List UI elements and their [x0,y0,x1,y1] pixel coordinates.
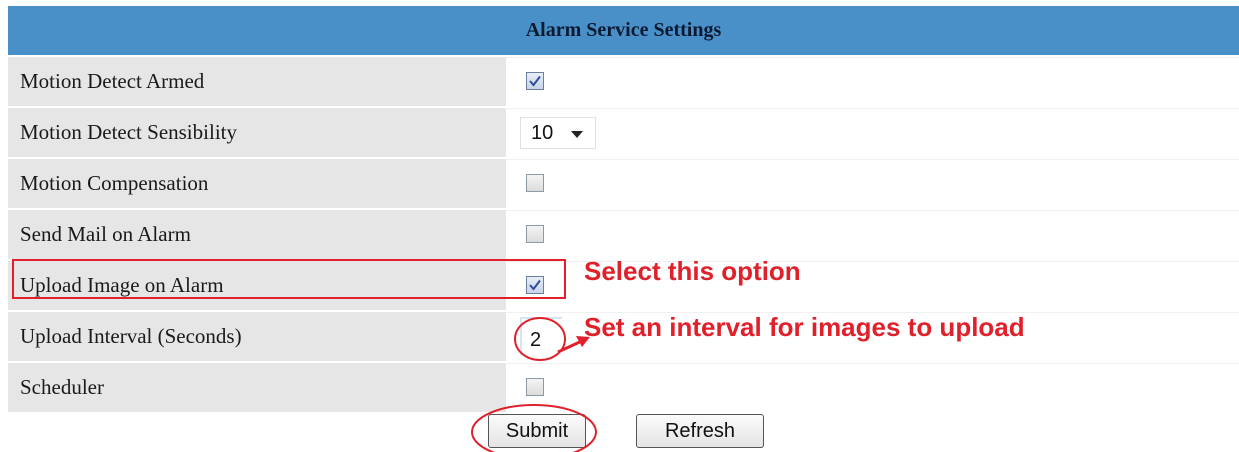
submit-circle [471,404,597,452]
interval-circle [514,317,566,361]
annotation-overlay [471,317,597,452]
